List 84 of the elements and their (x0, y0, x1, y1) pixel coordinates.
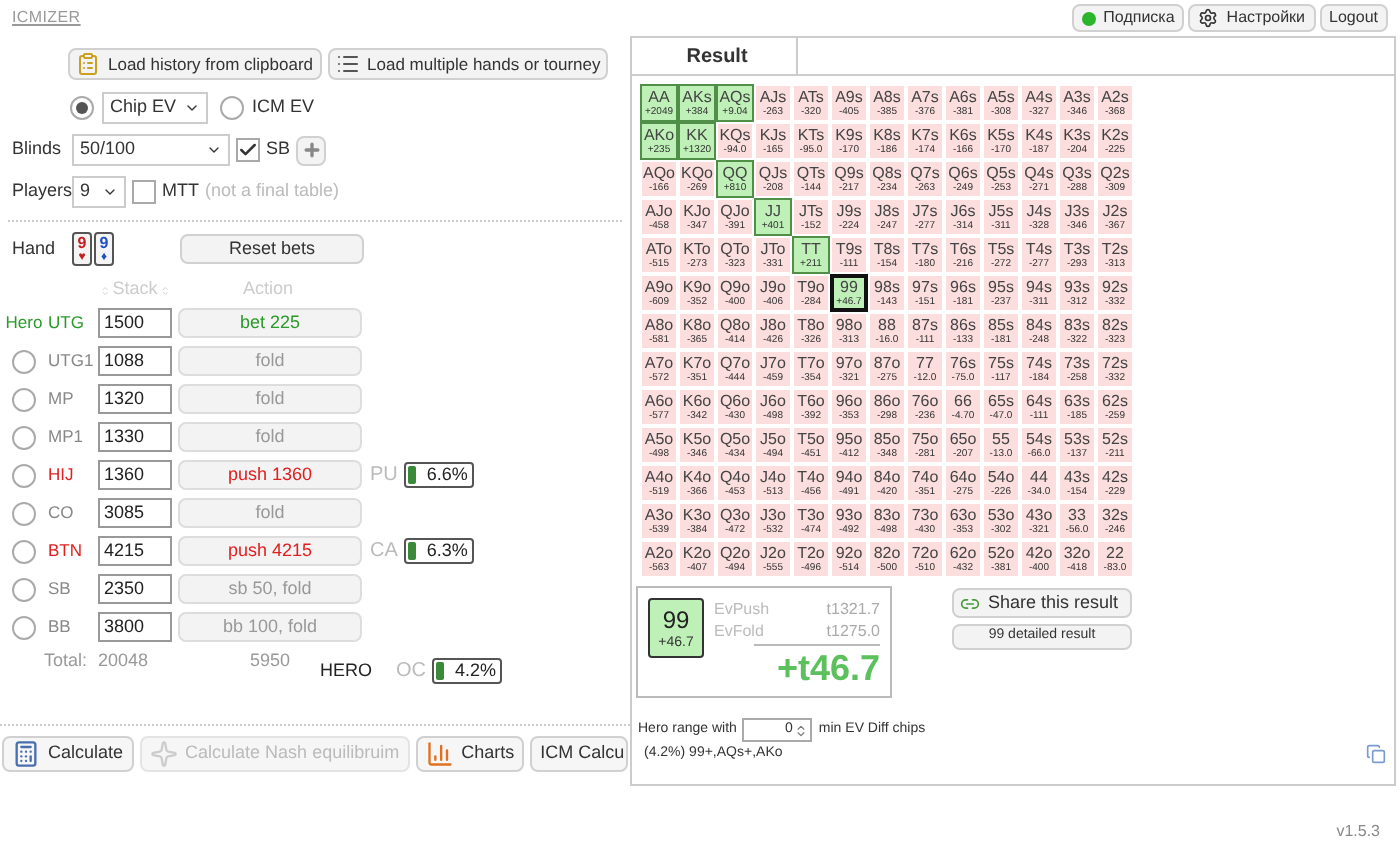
hero-range-label: HERO (320, 658, 375, 684)
radio-button[interactable] (12, 425, 36, 449)
total-pot: 5950 (250, 648, 293, 674)
mtt-label: MTT (162, 178, 199, 205)
hero-label: Hero (5, 310, 43, 336)
blinds-label: Blinds (12, 136, 64, 163)
add-button[interactable] (296, 135, 327, 165)
version-label: v1.5.3 (1336, 820, 1380, 844)
radio-button[interactable] (70, 96, 94, 120)
stack-field[interactable]: 3085 (98, 498, 172, 528)
hand-label: Hand (12, 235, 58, 262)
clipboard-icon (76, 52, 100, 76)
share-button[interactable]: Share this result (952, 588, 1132, 618)
ev-mode-select[interactable]: Chip EV (102, 92, 208, 124)
stack-field[interactable]: 3800 (98, 612, 172, 642)
bottom-button[interactable]: Calculate (2, 736, 134, 772)
position-label: UTG (48, 310, 86, 336)
range-meter[interactable]: 4.2% (432, 658, 502, 684)
radio-button[interactable] (12, 387, 36, 411)
stack-field[interactable]: 1500 (98, 308, 172, 338)
sparkle-icon (149, 740, 178, 768)
ev-value: t1321.7 (826, 598, 880, 620)
bottom-button[interactable]: ICM Calcu (530, 736, 629, 772)
range-meter[interactable]: 6.3% (403, 538, 474, 564)
top-button[interactable]: Подписка (1071, 4, 1185, 32)
radio-button[interactable] (12, 463, 36, 487)
action-button[interactable]: push 4215 (178, 536, 362, 566)
ev-value: t1275.0 (826, 620, 880, 642)
ev-mode-label[interactable]: ICM EV (252, 94, 315, 122)
sort-icon (100, 283, 111, 297)
stack-field[interactable]: 1320 (98, 384, 172, 414)
load-button[interactable]: Load multiple hands or tourney (327, 48, 609, 80)
checkbox[interactable] (132, 180, 156, 204)
settings-icon (1198, 8, 1219, 28)
dropdown-caret-icon (102, 184, 118, 200)
calculator-icon (12, 740, 40, 768)
radio-button[interactable] (12, 349, 36, 373)
radio-button[interactable] (12, 615, 36, 639)
ev-label: EvFold (714, 620, 764, 642)
plus-icon (301, 140, 322, 160)
copy-icon[interactable] (1366, 744, 1386, 765)
total-stack: 20048 (98, 648, 151, 674)
sort-icon (159, 283, 170, 297)
bottom-button[interactable]: Charts (415, 736, 525, 772)
blinds-select[interactable]: 50/100 (72, 134, 230, 166)
stack-field[interactable]: 1360 (98, 460, 172, 490)
stack-field[interactable]: 1088 (98, 346, 172, 376)
ev-total: +t46.7 (776, 650, 880, 686)
range-meter[interactable]: 6.6% (403, 462, 474, 488)
stack-field[interactable]: 1330 (98, 422, 172, 452)
radio-button[interactable] (12, 577, 36, 601)
checkbox[interactable] (236, 138, 260, 162)
range-tag: PU (370, 460, 398, 490)
position-label: BTN (48, 538, 84, 564)
position-label: HIJ (48, 462, 76, 488)
players-select[interactable]: 9 (72, 176, 126, 208)
bar-chart-icon (425, 740, 454, 768)
reset-bets-button[interactable]: Reset bets (180, 234, 364, 264)
load-button[interactable]: Load history from clipboard (68, 48, 322, 80)
radio-button[interactable] (12, 539, 36, 563)
sb-label: SB (266, 136, 291, 163)
top-button[interactable]: Настройки (1188, 4, 1316, 32)
position-label: MP (48, 386, 76, 412)
dropdown-caret-icon (184, 100, 200, 116)
action-button[interactable]: push 1360 (178, 460, 362, 490)
spinner-icon[interactable] (794, 723, 809, 737)
range-tag: CA (370, 536, 398, 566)
range-tag: OC (396, 656, 426, 686)
dropdown-caret-icon (206, 142, 222, 158)
stack-field[interactable]: 2350 (98, 574, 172, 604)
position-label: BB (48, 614, 73, 640)
position-label: CO (48, 500, 76, 526)
top-button[interactable]: Logout (1319, 4, 1388, 32)
bottom-button: Calculate Nash equilibruim (139, 736, 410, 772)
position-label: UTG1 (48, 348, 96, 374)
position-label: SB (48, 576, 73, 602)
radio-button[interactable] (12, 501, 36, 525)
mtt-hint: (not a final table) (205, 178, 340, 205)
radio-button[interactable] (220, 96, 244, 120)
link-icon (960, 593, 980, 613)
stack-field[interactable]: 4215 (98, 536, 172, 566)
position-label: MP1 (48, 424, 85, 450)
total-label: Total: (44, 648, 90, 674)
ev-label: EvPush (714, 598, 770, 620)
